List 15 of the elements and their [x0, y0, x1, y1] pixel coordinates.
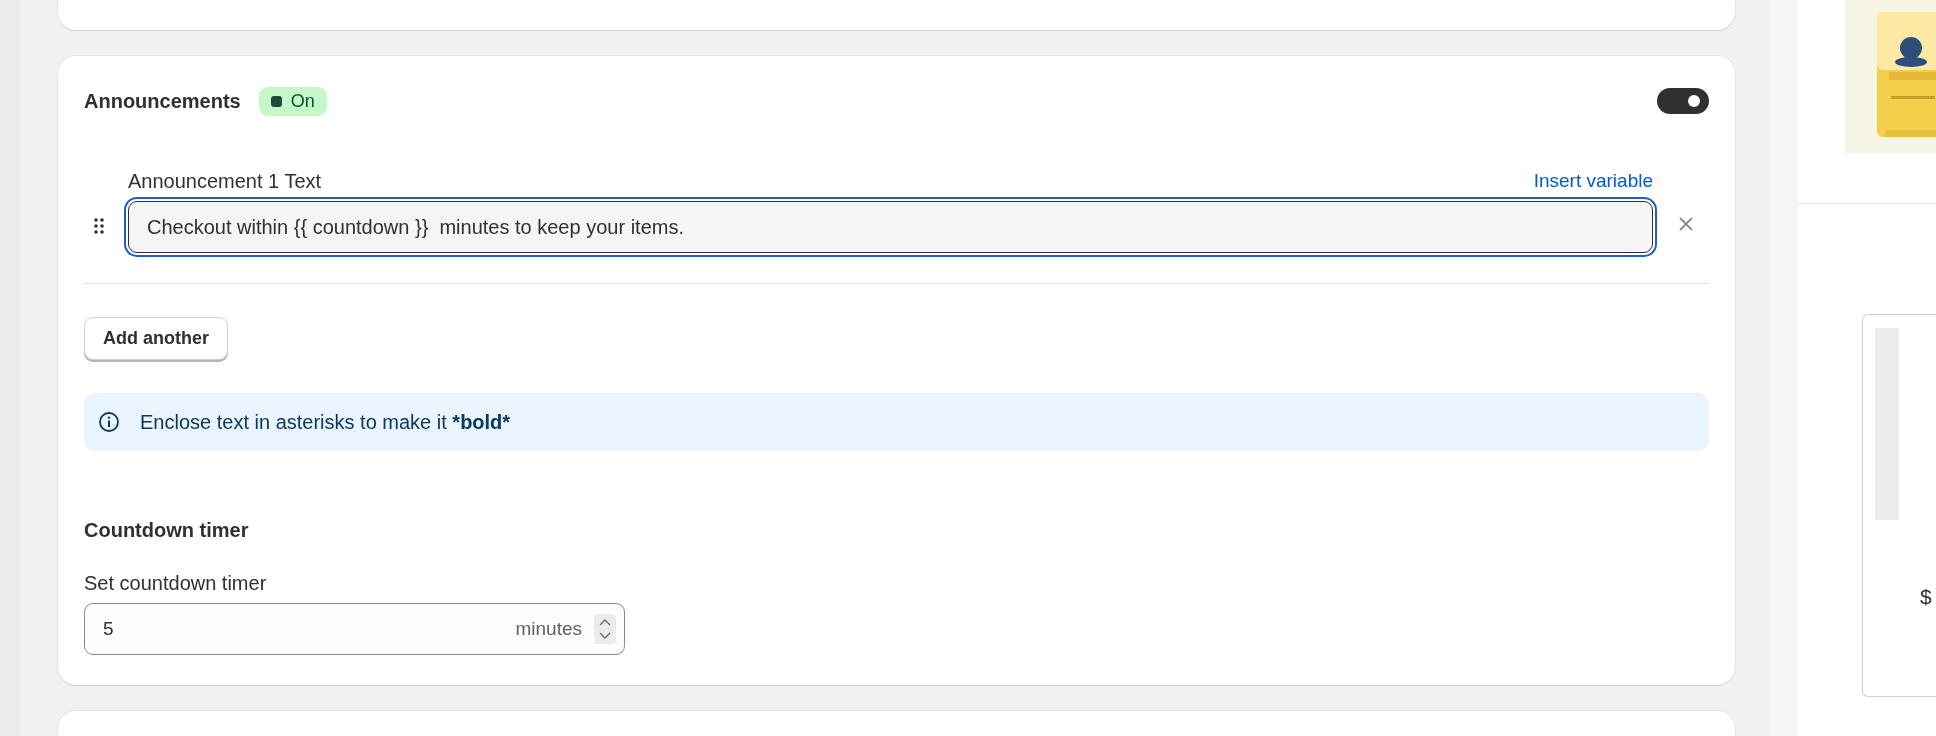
section-title: Countdown timer [84, 519, 250, 542]
status-badge: On [258, 86, 327, 116]
add-another-button[interactable]: Add another [84, 317, 228, 360]
price-symbol: $ [1920, 585, 1932, 609]
info-text: Enclose text in asterisks to make it *bold* [140, 410, 511, 434]
info-icon [98, 411, 120, 433]
toggle-switch[interactable] [1657, 88, 1709, 114]
section-title: Announcements [84, 89, 241, 113]
close-icon[interactable] [1678, 216, 1694, 232]
countdown-input[interactable]: 5 minutes [84, 603, 625, 655]
field-label: Announcement 1 Text [128, 170, 322, 193]
stepper-icon[interactable] [594, 614, 616, 644]
drag-handle-icon[interactable] [94, 218, 104, 234]
field-label: Set countdown timer [84, 572, 268, 595]
insert-variable-link[interactable]: Insert variable [1533, 170, 1653, 193]
